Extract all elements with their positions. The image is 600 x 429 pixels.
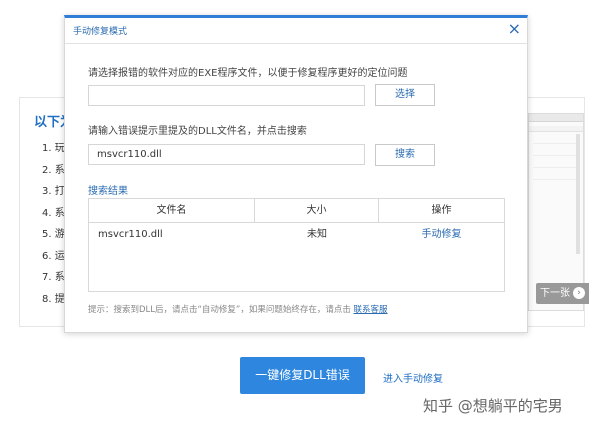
list-item: 4. 系	[42, 203, 65, 225]
dialog-title: 手动修复模式	[73, 24, 127, 37]
watermark: 知乎 @想躺平的宅男	[423, 395, 563, 416]
exe-path-input[interactable]	[88, 85, 365, 106]
list-item: 1. 玩	[42, 138, 65, 160]
list-item: 3. 打	[42, 181, 65, 203]
chevron-right-icon: ›	[573, 287, 585, 299]
list-item: 8. 提	[42, 289, 65, 311]
column-header-filename: 文件名	[89, 199, 255, 222]
hint-message: 提示：搜索到DLL后，请点击“自动修复”，如果问题始终存在，请点击	[88, 305, 351, 315]
search-button[interactable]: 搜索	[375, 144, 435, 166]
cell-size: 未知	[255, 223, 379, 247]
dialog-header: 手动修复模式 ×	[65, 18, 527, 44]
one-click-repair-button[interactable]: 一键修复DLL错误	[240, 357, 365, 394]
next-slide-button[interactable]: 下一张›	[536, 283, 589, 304]
exe-label: 请选择报错的软件对应的EXE程序文件，以便于修复程序更好的定位问题	[88, 64, 408, 79]
background-list: 1. 玩 2. 系 3. 打 4. 系 5. 游 6. 运 7. 系 8. 提	[42, 138, 65, 310]
manual-repair-dialog: 手动修复模式 × 请选择报错的软件对应的EXE程序文件，以便于修复程序更好的定位…	[64, 15, 528, 333]
results-table: 文件名 大小 操作 msvcr110.dll 未知 手动修复	[88, 198, 505, 292]
column-header-size: 大小	[255, 199, 379, 222]
list-item: 5. 游	[42, 224, 65, 246]
cell-filename: msvcr110.dll	[89, 223, 255, 247]
manual-repair-action-link[interactable]: 手动修复	[379, 223, 504, 247]
results-title: 搜索结果	[88, 182, 128, 197]
table-row: msvcr110.dll 未知 手动修复	[89, 223, 504, 247]
close-icon[interactable]: ×	[508, 20, 521, 38]
contact-support-link[interactable]: 联系客服	[354, 305, 388, 315]
dll-name-input[interactable]	[88, 144, 365, 165]
screenshot-preview	[528, 113, 584, 311]
list-item: 6. 运	[42, 246, 65, 268]
next-slide-label: 下一张	[540, 288, 570, 299]
dll-label: 请输入错误提示里提及的DLL文件名，并点击搜索	[88, 122, 307, 137]
select-button[interactable]: 选择	[375, 84, 435, 106]
column-header-action: 操作	[379, 199, 504, 222]
manual-repair-link[interactable]: 进入手动修复	[383, 370, 443, 385]
list-item: 2. 系	[42, 160, 65, 182]
list-item: 7. 系	[42, 267, 65, 289]
table-header: 文件名 大小 操作	[89, 199, 504, 223]
hint-text: 提示：搜索到DLL后，请点击“自动修复”，如果问题始终存在，请点击 联系客服	[88, 303, 388, 315]
